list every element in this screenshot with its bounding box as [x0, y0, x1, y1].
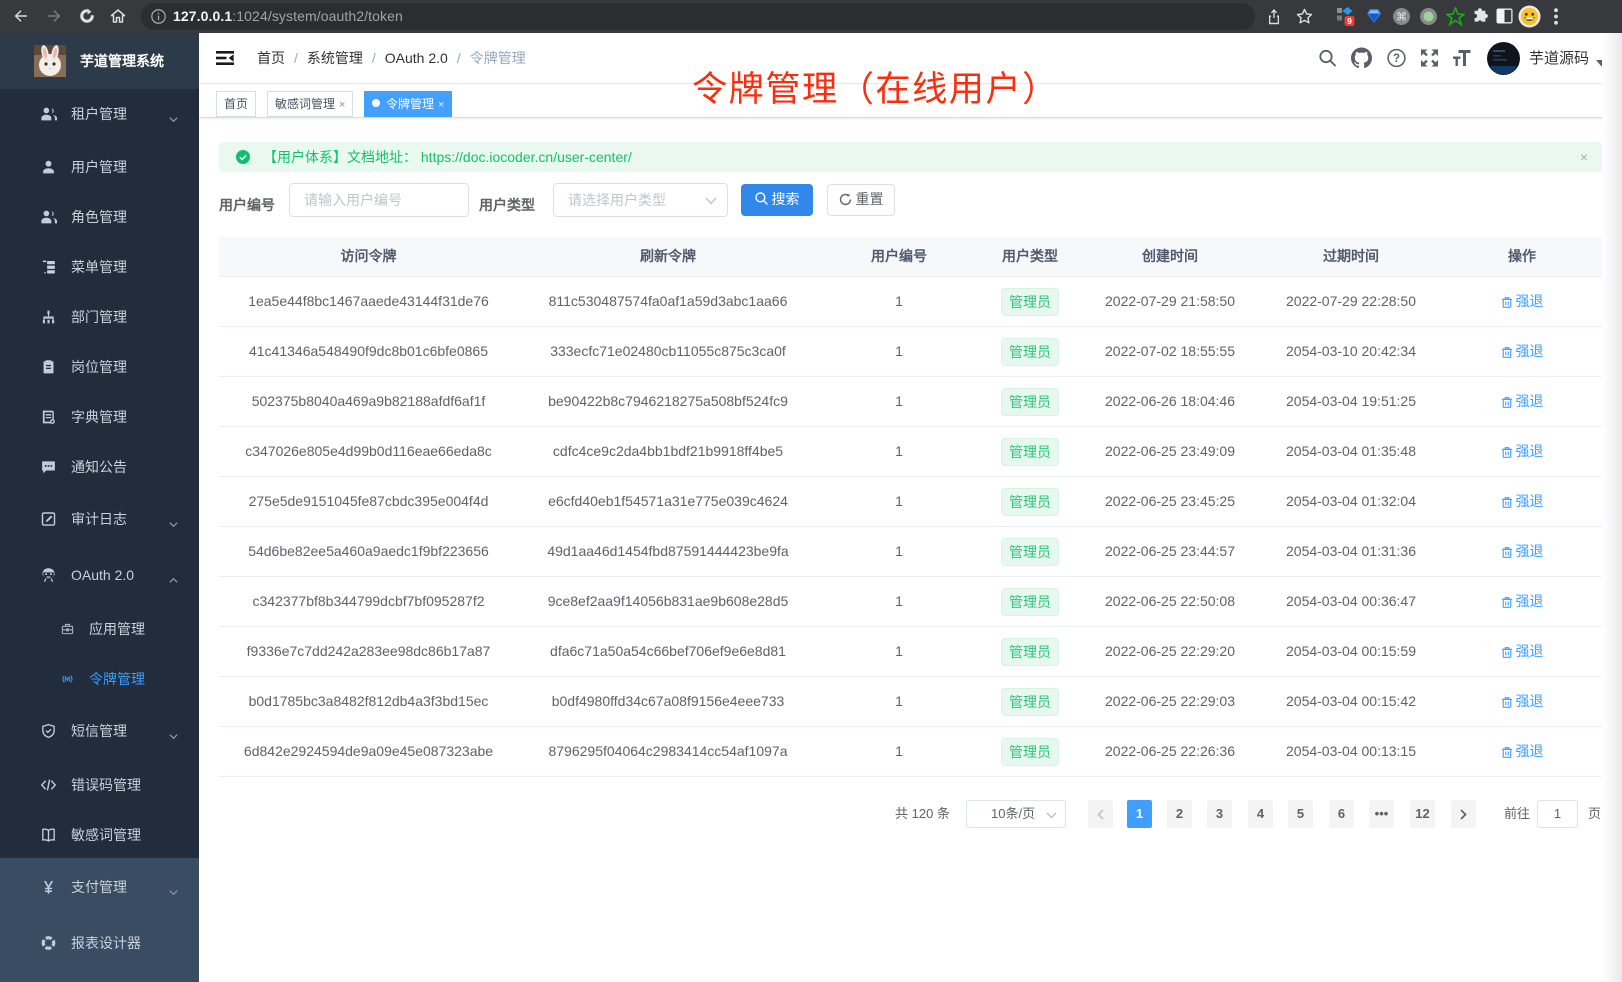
svg-text:⌘: ⌘ [1396, 11, 1407, 23]
svg-text:9: 9 [1347, 16, 1352, 26]
svg-text:?: ? [1393, 53, 1400, 65]
